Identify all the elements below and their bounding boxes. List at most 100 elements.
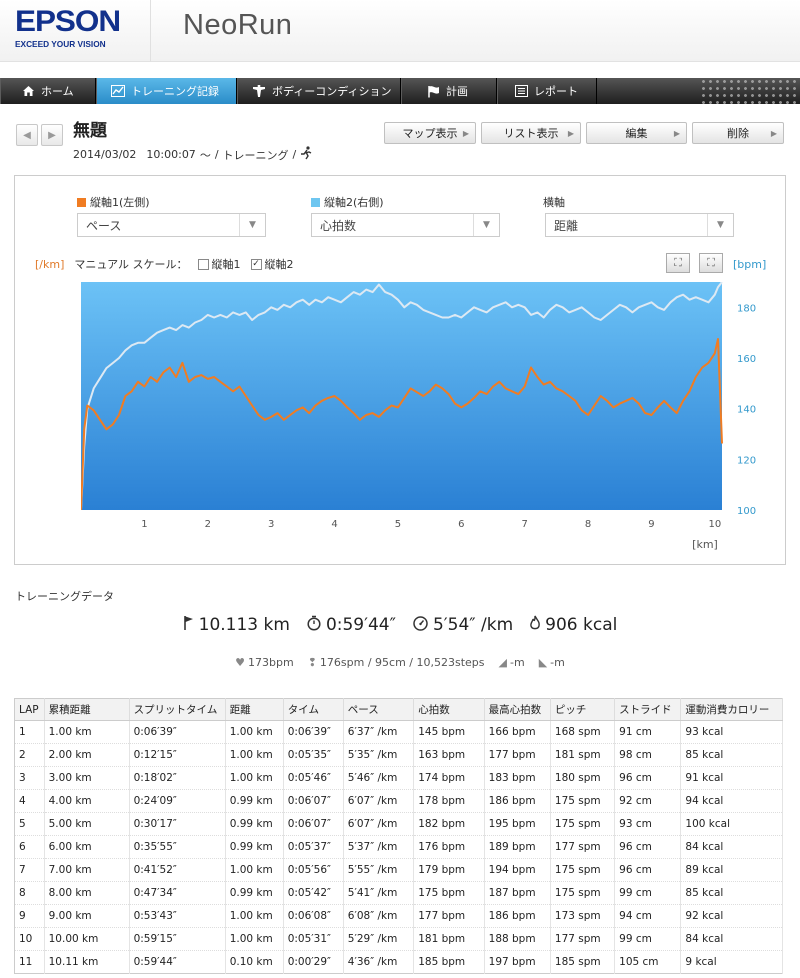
manual-scale-row: [/km] マニュアル スケール： 縦軸1 ✓ 縦軸2 [35,256,294,272]
table-cell: 175 spm [550,858,616,882]
table-cell: 85 kcal [680,881,783,905]
previous-record-button[interactable]: ◀ [16,124,38,146]
chart-icon [111,84,125,98]
haxis-label: 横軸 [543,196,565,209]
heart-icon: ♥ [235,656,246,669]
column-header: ピッチ [550,698,616,721]
training-data-heading: トレーニングデータ [15,590,114,603]
table-cell: 1.00 km [225,927,284,951]
axis2-label: 縦軸2(右側) [324,196,384,209]
summary-secondary-row: ♥ 173bpm ❢ 176spm / 95cm / 10,523steps ◢ -m… [0,656,800,669]
scale-axis2-checkbox[interactable]: ✓ 縦軸2 [250,256,294,272]
x-tick-label: 3 [268,519,274,530]
column-header: スプリットタイム [129,698,226,721]
checkbox-checked-icon: ✓ [250,258,262,270]
table-cell: 0:06′07″ [283,789,344,813]
x-tick-label: 8 [585,519,591,530]
column-header: 心拍数 [413,698,485,721]
record-title: 無題 [73,121,107,141]
nav-body-condition[interactable]: ボディーコンディション [237,78,401,104]
summary-heart-rate: ♥ 173bpm [235,656,294,669]
table-cell: 175 spm [550,881,616,905]
summary-ascent-value: -m [510,656,525,669]
list-view-button[interactable]: リスト表示 ▶ [481,122,581,144]
table-cell: 105 cm [614,950,682,974]
app-header: EPSON EXCEED YOUR VISION NeoRun [0,0,800,62]
table-cell: 0:06′39″ [283,720,344,744]
edit-button[interactable]: 編集 ▶ [586,122,687,144]
table-cell: 194 bpm [484,858,551,882]
table-cell: 0:05′46″ [283,766,344,790]
haxis-select[interactable]: 距離 ▼ [545,213,734,237]
axis1-label: 縦軸1(左側) [90,196,150,209]
x-tick-label: 6 [458,519,464,530]
y-right-tick-label: 120 [737,455,756,466]
summary-descent-value: -m [550,656,565,669]
table-cell: 178 bpm [413,789,485,813]
table-cell: 100 kcal [680,812,783,836]
zoom-expand-button[interactable]: ⛶ [699,253,723,273]
table-cell: 92 kcal [680,904,783,928]
table-cell: 0:05′35″ [283,743,344,767]
scale-axis1-checkbox[interactable]: 縦軸1 [197,256,241,272]
summary-time-value: 0:59′44″ [325,615,396,635]
y-right-tick-label: 160 [737,354,756,365]
axis1-heading: 縦軸1(左側) [77,194,150,210]
column-header: ストライド [614,698,682,721]
record-date: 2014/03/02 [73,148,137,161]
brand-logo[interactable]: EPSON EXCEED YOUR VISION [15,6,133,49]
table-cell: 5′35″ /km [343,743,415,767]
nav-report[interactable]: レポート [497,78,597,104]
table-cell: 0:41′52″ [129,858,226,882]
map-view-label: マップ表示 [402,127,458,140]
table-cell: 6′07″ /km [343,789,415,813]
table-cell: 0.99 km [225,812,284,836]
table-cell: 175 spm [550,812,616,836]
nav-training-records[interactable]: トレーニング記録 [96,78,237,104]
table-cell: 2 [14,743,45,767]
nav-home-label: ホーム [41,85,74,98]
table-cell: 7 [14,858,45,882]
table-row: 7 7.00 km 0:41′52″ 1.00 km 0:05′56″ 5′55″ /km… [14,858,783,882]
table-cell: 177 spm [550,927,616,951]
zoom-fit-button[interactable]: ⛶ [666,253,690,273]
table-cell: 9 [14,904,45,928]
table-cell: 175 spm [550,789,616,813]
table-cell: 10.11 km [44,950,130,974]
nav-plan[interactable]: 計画 [401,78,497,104]
summary-cadence-value: 176spm / 95cm / 10,523steps [319,656,485,669]
nav-home[interactable]: ホーム [0,78,96,104]
table-cell: 175 bpm [413,881,485,905]
axis2-select[interactable]: 心拍数 ▼ [311,213,500,237]
summary-calories: 906 kcal [529,615,617,635]
plot-area [81,282,722,510]
summary-distance-value: 10.113 km [198,615,290,635]
next-record-button[interactable]: ▶ [41,124,63,146]
summary-descent: ◣ -m [539,656,565,669]
table-cell: 5 [14,812,45,836]
map-view-button[interactable]: マップ表示 ▶ [384,122,476,144]
axis1-swatch [77,197,86,207]
x-axis-unit: [km] [692,538,718,551]
nav-plan-label: 計画 [446,85,468,98]
table-row: 1 1.00 km 0:06′39″ 1.00 km 0:06′39″ 6′37″ /km… [14,720,783,744]
scale-axis1-label: 縦軸1 [211,258,241,271]
axis2-swatch [311,197,320,207]
axis1-select[interactable]: ペース ▼ [77,213,266,237]
table-cell: 4 [14,789,45,813]
table-row: 9 9.00 km 0:53′43″ 1.00 km 0:06′08″ 6′08″ /km… [14,904,783,928]
table-cell: 96 cm [614,766,682,790]
summary-heart-rate-value: 173bpm [248,656,294,669]
delete-button[interactable]: 削除 ▶ [692,122,784,144]
expand-icon: ⛶ [707,256,715,269]
column-header: LAP [14,698,45,721]
table-cell: 5′55″ /km [343,858,415,882]
table-cell: 4′36″ /km [343,950,415,974]
table-cell: 0:06′39″ [129,720,226,744]
table-cell: 0:18′02″ [129,766,226,790]
table-cell: 89 kcal [680,858,783,882]
pace-heart-rate-chart[interactable]: 12345678910 4'30"5'20"6'10"7'00" 1801601… [81,282,781,552]
brand-name: EPSON [15,5,121,38]
table-cell: 4.00 km [44,789,130,813]
table-cell: 6′08″ /km [343,904,415,928]
